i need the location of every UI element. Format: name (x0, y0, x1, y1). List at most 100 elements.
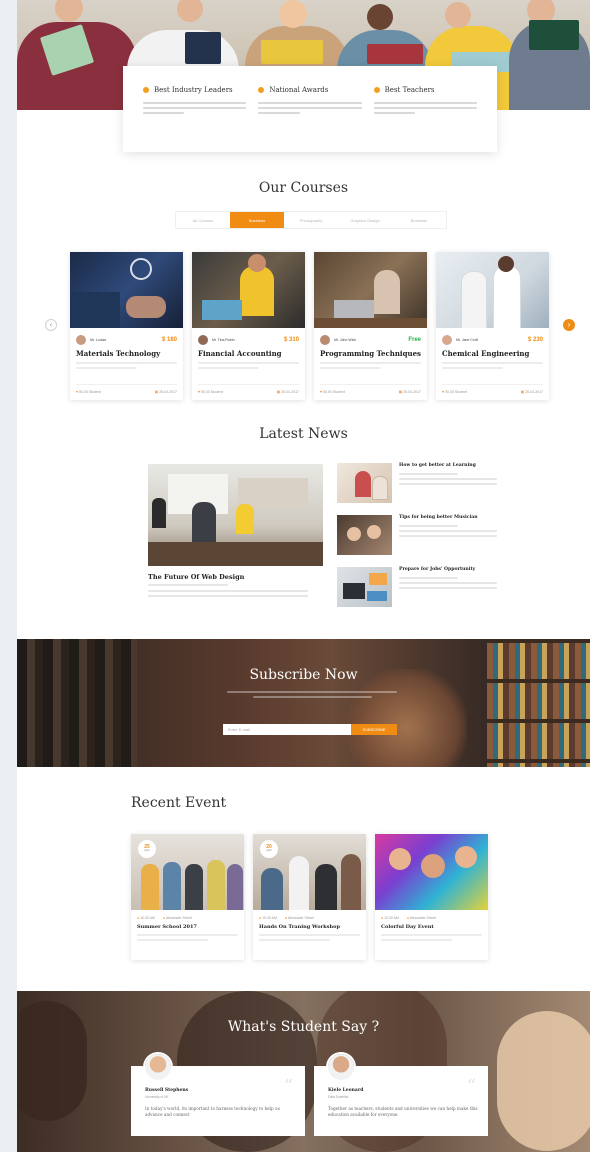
instructor-name: Mr. John Wick (334, 337, 356, 342)
carousel-prev-icon[interactable]: ‹ (45, 319, 57, 331)
course-date: 25-04-2017 (403, 390, 421, 394)
event-image (375, 834, 488, 910)
course-card[interactable]: Mr. Tina Robin $ 310 Financial Accountin… (192, 252, 305, 400)
feature-title: National Awards (269, 86, 329, 94)
testimonial-role: Data Scientist (328, 1095, 349, 1099)
feature-item: National Awards (252, 86, 367, 152)
news-item[interactable]: How to get better at Learning (337, 463, 497, 505)
user-icon: ♥ (198, 390, 201, 394)
news-item[interactable]: Prepare for Jobs' Opportunity (337, 567, 497, 609)
instructor-name: Mr. Tina Robin (212, 337, 235, 342)
filter-tab[interactable]: Graphics Design (338, 212, 392, 228)
filter-tab-active[interactable]: Business (230, 212, 284, 228)
news-main-meta (148, 584, 308, 600)
course-students: 50,00 Student (79, 390, 101, 394)
testimonial-role: University of UK (145, 1095, 169, 1099)
course-title[interactable]: Programming Techniques (314, 346, 427, 358)
subscribe-section: Subscribe Now Enter E-mail SUBSCRIBE (17, 639, 590, 767)
filter-tab[interactable]: Photography (284, 212, 338, 228)
course-price: Free (408, 336, 421, 343)
feature-title: Best Industry Leaders (154, 86, 233, 94)
user-icon: ♥ (320, 390, 323, 394)
quote-icon: “ (466, 1076, 476, 1097)
course-students: 50,00 Student (445, 390, 467, 394)
calendar-icon: ▦ (398, 390, 403, 394)
carousel-next-icon[interactable]: › (563, 319, 575, 331)
calendar-icon: ▦ (154, 390, 159, 394)
instructor-avatar (198, 334, 208, 345)
course-title[interactable]: Materials Technology (70, 346, 183, 358)
course-image (436, 252, 549, 328)
event-place: Alexander Street (287, 916, 314, 920)
news-item-title: Tips for being better Musician (399, 515, 478, 520)
news-main-title[interactable]: The Future Of Web Design (148, 573, 244, 581)
news-thumb (337, 567, 392, 607)
testimonial-name: Russell Stephens (145, 1088, 189, 1093)
testimonials-title: What's Student Say ? (227, 1019, 380, 1035)
course-students: 50,00 Student (323, 390, 345, 394)
course-students: 50,00 Student (201, 390, 223, 394)
avatar (145, 1054, 171, 1080)
user-icon: ♥ (76, 390, 79, 394)
course-price: $ 230 (527, 336, 543, 343)
testimonials-section: What's Student Say ? “ Russell Stephens … (17, 991, 590, 1152)
instructor-avatar (76, 334, 86, 345)
instructor-avatar (320, 334, 330, 345)
clock-icon: ● (259, 916, 262, 920)
event-time: 10:30 AM (262, 916, 277, 920)
course-image (70, 252, 183, 328)
event-place: Alexander Street (165, 916, 192, 920)
event-month: April (266, 849, 272, 853)
instructor-name: Mr. Louise (90, 337, 107, 342)
avatar (328, 1054, 354, 1080)
filter-tab[interactable]: All Courses (176, 212, 230, 228)
page: Best Industry Leaders National Awards Be… (17, 0, 590, 1152)
feature-title: Best Teachers (384, 86, 435, 94)
location-icon: ● (284, 916, 288, 920)
calendar-icon: ▦ (276, 390, 281, 394)
clock-icon: ● (137, 916, 140, 920)
course-card[interactable]: Mr. Louise $ 180 Materials Technology ♥ … (70, 252, 183, 400)
course-card[interactable]: Mr. Jane Croft $ 230 Chemical Engineerin… (436, 252, 549, 400)
testimonial-text: In today's world, its important to harne… (145, 1106, 280, 1118)
course-title[interactable]: Chemical Engineering (436, 346, 549, 358)
news-thumb (337, 463, 392, 503)
course-card[interactable]: Mr. John Wick Free Programming Technique… (314, 252, 427, 400)
news-thumb (337, 515, 392, 555)
event-name[interactable]: Colorful Day Event (375, 920, 488, 930)
news-main-image[interactable] (148, 464, 323, 566)
event-place: Alexander Street (409, 916, 436, 920)
course-date: 25-04-2017 (159, 390, 177, 394)
course-title[interactable]: Financial Accounting (192, 346, 305, 358)
feature-item: Best Teachers (368, 86, 483, 152)
testimonial-text: Together as teachers, students and unive… (328, 1106, 478, 1118)
user-icon: ♥ (442, 390, 445, 394)
event-name[interactable]: Hands On Traning Workshop (253, 920, 366, 930)
testimonial-name: Kiele Leonard (328, 1088, 364, 1093)
news-heading: Latest News (259, 426, 348, 442)
calendar-icon: ▦ (520, 390, 525, 394)
course-price: $ 310 (283, 336, 299, 343)
events-heading: Recent Event (131, 795, 227, 811)
event-name[interactable]: Summer School 2017 (131, 920, 244, 930)
news-item-title: Prepare for Jobs' Opportunity (399, 567, 476, 572)
bullet-icon (258, 87, 265, 93)
course-image (314, 252, 427, 328)
testimonial-card: “ Russell Stephens University of UK In t… (131, 1054, 305, 1136)
clock-icon: ● (381, 916, 384, 920)
event-card[interactable]: 20 April ● 10:30 AM ● Alexander Street Ha… (253, 834, 366, 960)
subscribe-title: Subscribe Now (249, 667, 358, 683)
email-input[interactable]: Enter E-mail (223, 724, 351, 735)
event-date-badge: 25 April (138, 840, 156, 858)
filter-tab[interactable]: Business (392, 212, 446, 228)
bullet-icon (143, 87, 149, 93)
event-card[interactable]: ● 10:30 AM ● Alexander Street Colorful Da… (375, 834, 488, 960)
course-image (192, 252, 305, 328)
event-month: April (144, 849, 150, 853)
features-box: Best Industry Leaders National Awards Be… (123, 66, 497, 152)
event-card[interactable]: 25 April ● 10:30 AM ● Alexander Street Su… (131, 834, 244, 960)
quote-icon: “ (283, 1076, 293, 1097)
news-item[interactable]: Tips for being better Musician (337, 515, 497, 557)
course-date: 25-04-2017 (525, 390, 543, 394)
subscribe-button[interactable]: SUBSCRIBE (351, 724, 397, 735)
